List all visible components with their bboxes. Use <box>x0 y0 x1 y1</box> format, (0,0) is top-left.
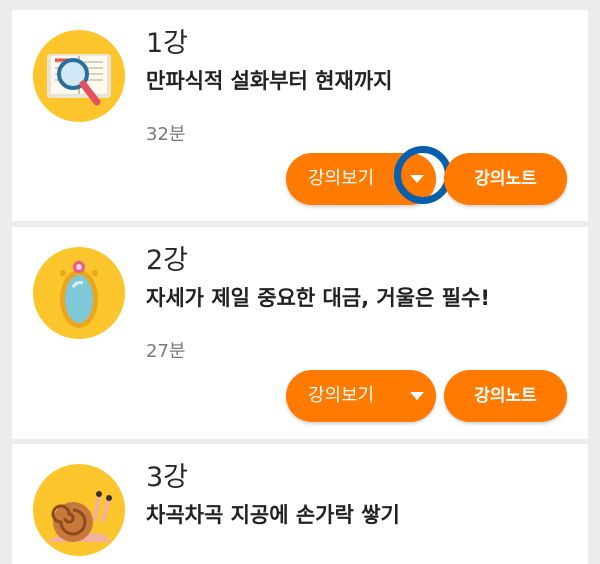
lecture-title: 차곡차곡 지공에 손가락 쌓기 <box>146 503 400 527</box>
snail-icon <box>33 464 125 556</box>
lecture-number: 2강 <box>146 245 189 276</box>
lecture-note-button[interactable]: 강의노트 <box>444 153 567 205</box>
lecture-list: 1강 만파식적 설화부터 현재까지 32분 강의보기 강의노트 2강 자세가 제… <box>0 0 600 564</box>
lecture-number: 3강 <box>146 462 189 493</box>
lecture-card: 2강 자세가 제일 중요한 대금, 거울은 필수! 27분 강의보기 강의노트 <box>12 227 588 439</box>
watch-lecture-label: 강의보기 <box>308 385 375 406</box>
lecture-title: 만파식적 설화부터 현재까지 <box>146 69 393 93</box>
watch-lecture-button[interactable]: 강의보기 <box>286 146 452 205</box>
lecture-duration: 32분 <box>146 124 186 145</box>
book-magnifier-icon <box>33 30 125 122</box>
lecture-title: 자세가 제일 중요한 대금, 거울은 필수! <box>146 286 490 310</box>
lecture-number: 1강 <box>146 28 189 59</box>
lecture-card: 1강 만파식적 설화부터 현재까지 32분 강의보기 강의노트 <box>12 10 588 221</box>
mirror-icon <box>33 247 125 339</box>
lecture-card: 3강 차곡차곡 지공에 손가락 쌓기 <box>12 444 588 564</box>
lecture-note-button[interactable]: 강의노트 <box>444 370 567 422</box>
caret-down-icon <box>410 392 424 400</box>
lecture-duration: 27분 <box>146 341 186 362</box>
watch-lecture-label: 강의보기 <box>308 168 375 189</box>
watch-options-dropdown[interactable] <box>404 370 432 422</box>
watch-lecture-button[interactable]: 강의보기 <box>286 370 436 422</box>
